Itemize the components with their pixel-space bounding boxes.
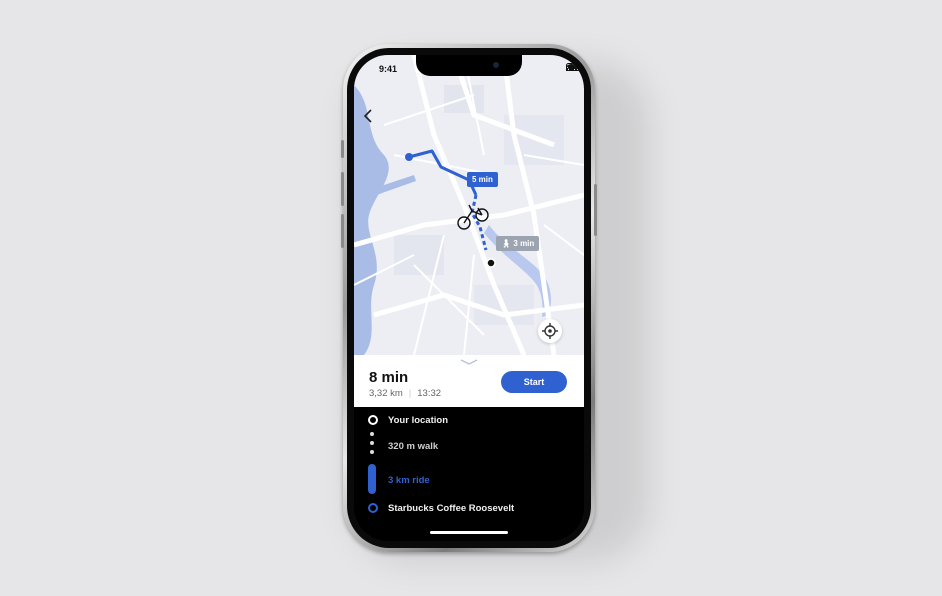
- walk-dot-icon: [370, 432, 374, 436]
- walk-time-badge: 5 min: [467, 172, 498, 187]
- route-map[interactable]: 9:41 5 min 🚶︎ 3 min: [354, 55, 584, 355]
- power-button: [594, 184, 597, 236]
- notch: [416, 55, 522, 76]
- meta-separator: |: [408, 388, 412, 399]
- back-arrow-icon: [363, 109, 372, 123]
- trip-summary-card: 8 min 3,32 km | 13:32 Start: [354, 355, 584, 407]
- locate-me-button[interactable]: [538, 319, 562, 343]
- trip-meta: 3,32 km | 13:32: [369, 388, 441, 399]
- phone-screen: 9:41 5 min 🚶︎ 3 min 8 min 3,32 km | 13:3…: [354, 55, 584, 541]
- walk-dot-icon: [370, 441, 374, 445]
- origin-ring-icon: [368, 415, 378, 425]
- mute-switch: [341, 140, 344, 158]
- trip-duration: 8 min: [369, 369, 409, 386]
- foot-time-label: 3 min: [513, 239, 535, 248]
- origin-marker: [405, 153, 413, 161]
- front-camera: [493, 62, 499, 68]
- trip-distance: 3,32 km: [369, 388, 403, 399]
- map-canvas: [354, 55, 584, 355]
- pedestrian-icon: 🚶︎: [501, 239, 514, 248]
- chevron-down-icon[interactable]: [460, 359, 478, 365]
- destination-ring-icon: [368, 503, 378, 513]
- destination-marker: [486, 258, 496, 268]
- status-time: 9:41: [379, 64, 398, 74]
- foot-time-badge: 🚶︎ 3 min: [496, 236, 540, 251]
- step-walk: 320 m walk: [388, 441, 439, 452]
- step-destination: Starbucks Coffee Roosevelt: [388, 503, 515, 514]
- start-button[interactable]: Start: [501, 371, 567, 393]
- walk-time-label: 5 min: [472, 175, 493, 184]
- ride-segment-bar: [368, 464, 376, 494]
- crosshair-icon: [542, 323, 558, 339]
- step-origin: Your location: [388, 415, 448, 426]
- walk-dot-icon: [370, 450, 374, 454]
- volume-down-button: [341, 214, 344, 248]
- battery-icon: [566, 63, 584, 71]
- itinerary-panel: Your location 320 m walk 3 km ride Starb…: [354, 407, 584, 541]
- trip-arrival-time: 13:32: [417, 388, 442, 399]
- home-indicator[interactable]: [430, 531, 508, 534]
- phone-device: 9:41 5 min 🚶︎ 3 min 8 min 3,32 km | 13:3…: [341, 44, 597, 552]
- step-ride: 3 km ride: [388, 475, 430, 486]
- volume-up-button: [341, 172, 344, 206]
